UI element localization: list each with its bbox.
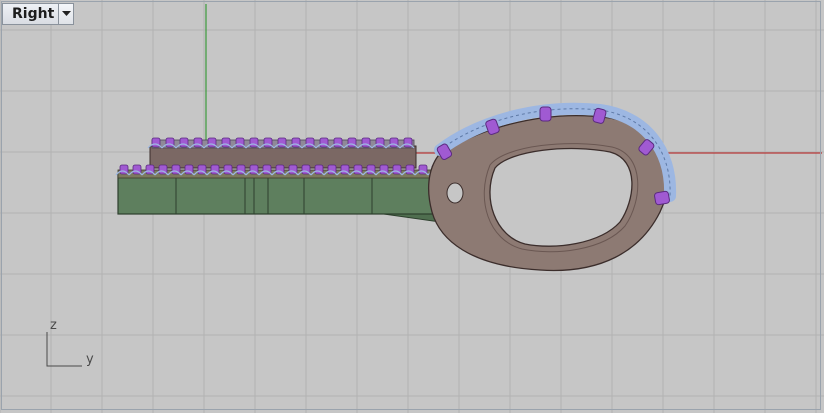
viewport-title-tab[interactable]: Right [2, 3, 74, 25]
viewport-name[interactable]: Right [3, 4, 58, 24]
axis-indicator-y: y [86, 352, 94, 367]
chevron-down-icon[interactable] [58, 4, 73, 24]
axis-indicator-z: z [50, 318, 57, 333]
viewport-border [1, 1, 821, 410]
right-viewport[interactable]: Right z y [0, 0, 824, 413]
